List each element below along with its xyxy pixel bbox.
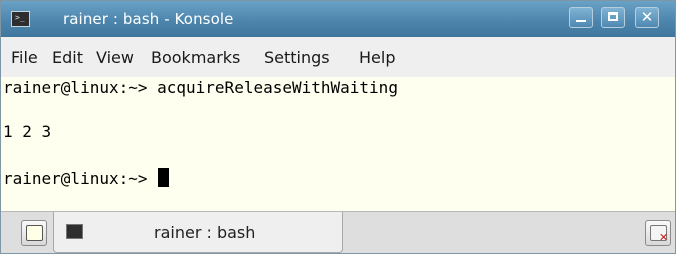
menu-settings[interactable]: Settings [264, 48, 330, 67]
menu-bookmarks[interactable]: Bookmarks [151, 48, 240, 67]
menu-help[interactable]: Help [359, 48, 395, 67]
terminal-line-output: 1 2 3 [3, 122, 52, 141]
prompt-text: rainer@linux:~> [3, 169, 158, 188]
tab-bar: rainer : bash ✕ [1, 211, 675, 253]
terminal-line-prompt: rainer@linux:~> [3, 168, 170, 188]
terminal-icon[interactable]: >_ [11, 11, 30, 27]
red-x-icon: ✕ [659, 231, 669, 244]
terminal-icon [66, 224, 83, 239]
new-tab-button[interactable] [21, 220, 47, 246]
menu-view[interactable]: View [96, 48, 134, 67]
minimize-icon [576, 20, 586, 22]
tab-rainer-bash[interactable]: rainer : bash [53, 212, 343, 253]
close-tab-button[interactable]: ✕ [645, 220, 671, 246]
terminal-line-command: rainer@linux:~> acquireReleaseWithWaitin… [3, 78, 398, 97]
text-cursor [158, 168, 170, 187]
menu-file[interactable]: File [11, 48, 38, 67]
maximize-icon [608, 12, 618, 21]
minimize-button[interactable] [569, 7, 593, 28]
window-title: rainer : bash - Konsole [63, 10, 234, 28]
menu-bar: File Edit View Bookmarks Settings Help [1, 37, 675, 77]
terminal-area[interactable]: rainer@linux:~> acquireReleaseWithWaitin… [1, 77, 675, 211]
close-icon: ✕ [640, 8, 654, 26]
maximize-button[interactable] [601, 7, 625, 28]
close-button[interactable]: ✕ [635, 7, 659, 28]
new-tab-icon [26, 225, 43, 241]
konsole-window: >_ rainer : bash - Konsole ✕ File Edit V… [0, 0, 676, 254]
title-bar[interactable]: >_ rainer : bash - Konsole ✕ [1, 1, 675, 37]
tab-label: rainer : bash [154, 223, 256, 242]
menu-edit[interactable]: Edit [52, 48, 83, 67]
